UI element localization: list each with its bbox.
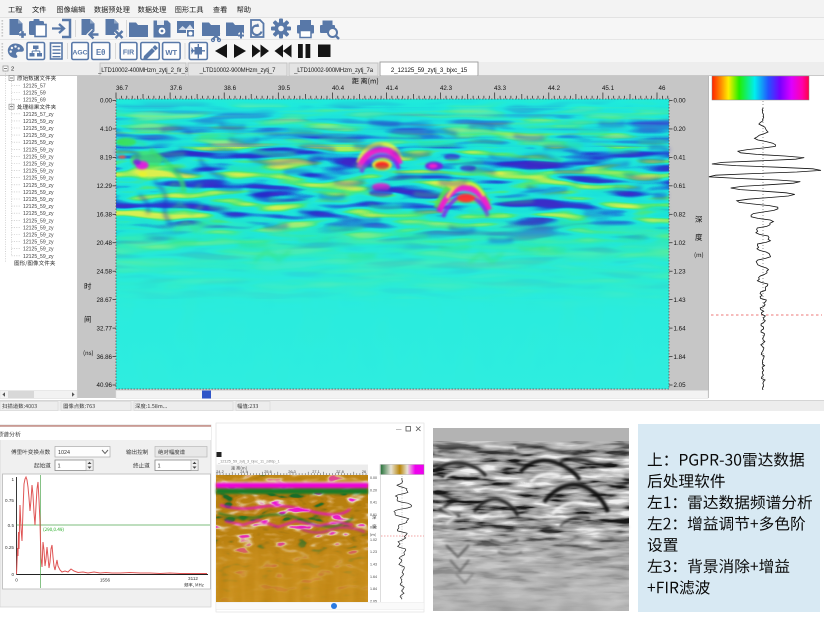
svg-text:0: 0: [11, 572, 14, 577]
svg-text:12125_59_zy: 12125_59_zy: [23, 133, 54, 139]
svg-text:12125_59_zy: 12125_59_zy: [23, 233, 54, 239]
svg-text:1.84: 1.84: [370, 587, 377, 591]
svg-text:1.84: 1.84: [674, 354, 687, 361]
svg-text:12125_59_zy: 12125_59_zy: [23, 211, 54, 217]
svg-text:0.00: 0.00: [100, 98, 113, 105]
svg-text:—: —: [396, 427, 402, 433]
svg-text:1.23: 1.23: [674, 268, 687, 275]
svg-text:12125_59_zy: 12125_59_zy: [23, 126, 54, 132]
svg-text:0.20: 0.20: [370, 488, 377, 492]
svg-text:1.64: 1.64: [674, 325, 687, 332]
svg-text:12125_57_zy: 12125_57_zy: [23, 112, 54, 118]
svg-text:12125_59_zy: 12125_59_zy: [23, 204, 54, 210]
svg-text:4.10: 4.10: [100, 126, 113, 133]
svg-text:0.41: 0.41: [370, 501, 377, 505]
svg-text:2_12125_59_zytj_3_bjxc_15: 2_12125_59_zytj_3_bjxc_15: [391, 67, 468, 74]
svg-text:36.86: 36.86: [97, 354, 113, 361]
svg-text:0.41: 0.41: [674, 155, 687, 162]
svg-text:27.8: 27.8: [336, 470, 343, 474]
svg-text:12125_59_zy: 12125_59_zy: [23, 162, 54, 168]
svg-text:_12125_59_zytj_3_bjxc_11_zdfdp: _12125_59_zytj_3_bjxc_11_zdfdp_1: [217, 459, 281, 464]
svg-text:12125_59_zy: 12125_59_zy: [23, 140, 54, 146]
svg-text:12125_59_zy: 12125_59_zy: [23, 169, 54, 175]
svg-text:12125_59_zy: 12125_59_zy: [23, 225, 54, 231]
svg-text:12125_59_zy: 12125_59_zy: [23, 183, 54, 189]
svg-text:_LTD10002-400MHzm_zytj_2_fir_3: _LTD10002-400MHzm_zytj_2_fir_3: [97, 68, 189, 74]
svg-text:12125_57: 12125_57: [23, 83, 46, 89]
svg-text:39.5: 39.5: [278, 85, 291, 92]
svg-text:8.19: 8.19: [100, 155, 113, 162]
svg-text:12125_59_zy: 12125_59_zy: [23, 240, 54, 246]
svg-text:0.61: 0.61: [370, 513, 377, 517]
svg-text:WT: WT: [165, 48, 177, 57]
svg-text:26.3: 26.3: [288, 470, 295, 474]
svg-text:12.29: 12.29: [97, 183, 113, 190]
svg-text:42.3: 42.3: [440, 85, 453, 92]
svg-text:12125_59: 12125_59: [23, 91, 46, 97]
svg-text:32.77: 32.77: [97, 325, 113, 332]
svg-text:2.05: 2.05: [674, 382, 687, 389]
svg-text:28.67: 28.67: [97, 297, 113, 304]
svg-text:38.6: 38.6: [224, 85, 237, 92]
svg-text:12125_59_zy: 12125_59_zy: [23, 254, 54, 260]
svg-text:12125_59_zy: 12125_59_zy: [23, 147, 54, 153]
svg-text:1: 1: [11, 477, 14, 482]
svg-text:1.02: 1.02: [370, 538, 377, 542]
svg-text:40.4: 40.4: [332, 85, 345, 92]
svg-text:0.20: 0.20: [674, 126, 687, 133]
svg-text:24.58: 24.58: [97, 268, 113, 275]
svg-text:12125_59_zy: 12125_59_zy: [23, 119, 54, 125]
svg-text:1.43: 1.43: [674, 297, 687, 304]
svg-text:37.6: 37.6: [170, 85, 183, 92]
svg-text:0.82: 0.82: [370, 525, 377, 529]
svg-text:0.5: 0.5: [8, 523, 15, 528]
svg-text:AGC: AGC: [72, 50, 87, 57]
svg-text:0.61: 0.61: [674, 183, 687, 190]
svg-text:12125_59_zy: 12125_59_zy: [23, 197, 54, 203]
svg-text:Εθ: Εθ: [96, 48, 105, 57]
svg-text:0: 0: [15, 578, 18, 583]
svg-text:0.75: 0.75: [5, 498, 14, 503]
svg-text:FIR: FIR: [123, 50, 134, 57]
svg-text:46: 46: [659, 85, 666, 92]
svg-text:1024: 1024: [58, 450, 70, 456]
svg-text:12125_59_zy: 12125_59_zy: [23, 247, 54, 253]
svg-text:20.48: 20.48: [97, 240, 113, 247]
svg-text:27.1: 27.1: [312, 470, 319, 474]
svg-text:0.25: 0.25: [5, 545, 14, 550]
svg-text:1.43: 1.43: [370, 562, 377, 566]
svg-text:12125_59_zy: 12125_59_zy: [23, 176, 54, 182]
svg-text:2: 2: [11, 67, 14, 73]
svg-text:1: 1: [158, 464, 161, 470]
svg-text:16.38: 16.38: [97, 212, 113, 219]
svg-text:12125_59_zy: 12125_59_zy: [23, 218, 54, 224]
svg-text:12125_59_zy: 12125_59_zy: [23, 154, 54, 160]
svg-text:12125_59_zy: 12125_59_zy: [23, 190, 54, 196]
svg-text:0.82: 0.82: [674, 212, 687, 219]
svg-text:1: 1: [58, 464, 61, 470]
svg-text:40.96: 40.96: [97, 382, 113, 389]
svg-text:36.7: 36.7: [116, 85, 129, 92]
svg-text:44.2: 44.2: [548, 85, 561, 92]
svg-text:1.64: 1.64: [370, 575, 377, 579]
svg-text:0.00: 0.00: [370, 476, 377, 480]
svg-text:12125_69: 12125_69: [23, 98, 46, 104]
svg-text:1556: 1556: [100, 578, 111, 583]
svg-text:43.3: 43.3: [494, 85, 507, 92]
svg-text:1.02: 1.02: [674, 240, 687, 247]
svg-text:1.23: 1.23: [370, 550, 377, 554]
svg-text:45.1: 45.1: [602, 85, 615, 92]
svg-text:_LTD10002-900MHzm_zytj_7: _LTD10002-900MHzm_zytj_7: [199, 68, 276, 74]
svg-text:41.4: 41.4: [386, 85, 399, 92]
svg-text:_LTD10002-900MHzm_zytj_7a: _LTD10002-900MHzm_zytj_7a: [293, 68, 374, 74]
svg-text:26: 26: [362, 470, 366, 474]
svg-text:0.00: 0.00: [674, 98, 687, 105]
svg-text:3112: 3112: [188, 576, 198, 581]
